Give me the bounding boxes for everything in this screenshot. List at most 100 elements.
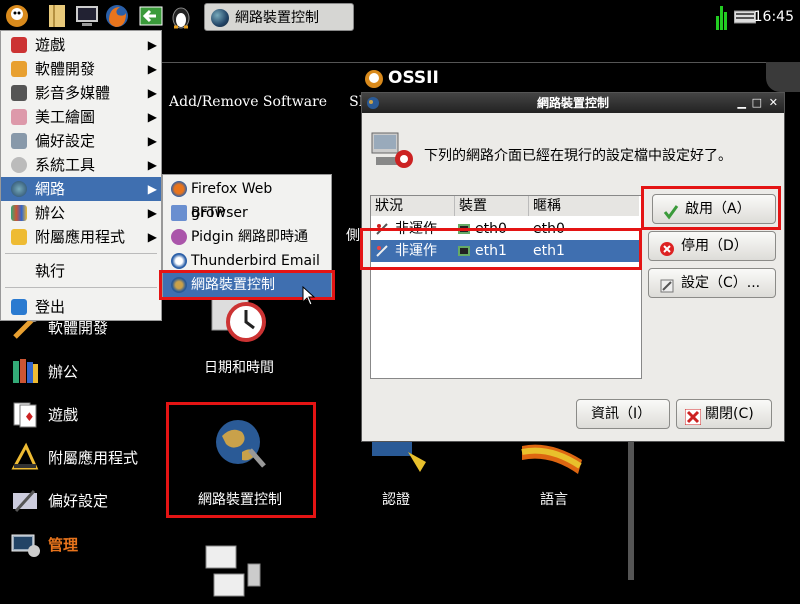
menu-item-graphics[interactable]: 美工繪圖 ▶ [1,105,161,129]
submenu-arrow-icon: ▶ [147,62,157,76]
side-item-accessories[interactable]: 附屬應用程式 [8,440,158,474]
pidgin-icon [171,229,187,245]
ftp-icon [171,205,187,221]
menu-item-games[interactable]: 遊戲 ▶ [1,33,161,57]
column-header-device[interactable]: 裝置 [455,196,529,216]
info-button[interactable]: 資訊（I） [576,399,670,429]
network-device-control-icon[interactable] [212,416,270,472]
brand-title: OSSII [388,68,439,88]
menu-item-system-tools[interactable]: 系統工具 ▶ [1,153,161,177]
games-icon: ♦ [10,399,40,429]
side-item-games[interactable]: ♦ 遊戲 [8,397,158,431]
maximize-icon[interactable]: □ [752,93,762,113]
menu-item-logout[interactable]: 登出 [1,295,161,319]
menu-item-preferences[interactable]: 偏好設定 ▶ [1,129,161,153]
submenu-arrow-icon: ▶ [147,38,157,52]
games-icon [11,37,27,53]
dialog-titlebar[interactable]: 網路裝置控制 ▁ □ ✕ [362,93,784,113]
table-row[interactable]: 非運作 eth0 eth0 [371,218,639,240]
menu-item-multimedia[interactable]: 影音多媒體 ▶ [1,81,161,105]
device-list[interactable]: 狀況 裝置 暱稱 非運作 eth0 eth0 非運作 eth1 eth1 [370,195,642,379]
preferences-icon [11,133,27,149]
mouse-cursor-icon [302,285,316,306]
office-icon [10,356,40,386]
authentication-icon[interactable] [372,442,428,474]
ethernet-card-icon [457,240,473,265]
submenu-arrow-icon: ▶ [147,230,157,244]
network-submenu: Firefox Web Browser gFTP Pidgin 網路即時通 Th… [162,174,332,298]
multimedia-icon [11,85,27,101]
admin-icon [10,529,40,559]
submenu-item-thunderbird[interactable]: Thunderbird Email [163,249,331,273]
submenu-arrow-icon: ▶ [147,110,157,124]
dialog-app-icon [366,96,380,110]
preferences-icon [10,485,40,515]
close-icon[interactable]: ✕ [769,93,778,113]
scrollbar[interactable] [628,440,634,580]
ossii-logo-icon [364,68,384,90]
accessories-icon [10,442,40,472]
menu-item-development[interactable]: 軟體開發 ▶ [1,57,161,81]
top-panel: 網路裝置控制 16:45 [0,0,800,34]
deactivate-button[interactable]: 停用（D） [648,231,776,261]
side-item-office[interactable]: 辦公 [8,354,158,388]
menu-item-run[interactable]: 執行 [1,259,161,283]
thunderbird-icon [171,253,187,269]
submenu-arrow-icon: ▶ [147,206,157,220]
network-device-icon [370,129,414,173]
ossii-menu-icon[interactable] [4,3,30,29]
column-header-status[interactable]: 狀況 [371,196,455,216]
table-row[interactable]: 非運作 eth1 eth1 [371,240,639,262]
submenu-arrow-icon: ▶ [147,134,157,148]
grid-label-date-time[interactable]: 日期和時間 [186,357,292,377]
menu-separator [5,287,157,288]
office-icon [11,205,27,221]
accessories-icon [11,229,27,245]
menu-item-office[interactable]: 辦公 ▶ [1,201,161,225]
checkmark-icon [663,202,679,220]
side-item-admin[interactable]: 管理 [8,527,158,561]
grid-label-network-device-control[interactable]: 網路裝置控制 [176,489,304,509]
svg-text:♦: ♦ [24,410,35,424]
grid-label-authentication[interactable]: 認證 [366,489,426,509]
logout-icon [11,299,27,315]
close-x-icon [684,407,702,426]
submenu-arrow-icon: ▶ [147,158,157,172]
column-header-nickname[interactable]: 暱稱 [529,196,639,216]
terminal-icon[interactable] [74,3,100,29]
submenu-item-pidgin[interactable]: Pidgin 網路即時通 [163,225,331,249]
taskbar-button-network-device-control[interactable]: 網路裝置控制 [204,3,354,31]
green-arrow-icon[interactable] [138,3,164,29]
file-manager-icon[interactable] [44,3,70,29]
development-icon [11,61,27,77]
network-server-icon[interactable] [204,544,264,600]
minimize-icon[interactable]: ▁ [738,93,746,113]
close-button[interactable]: 關閉(C) [676,399,772,429]
firefox-icon[interactable] [104,3,130,29]
clock[interactable]: 16:45 [754,0,794,34]
network-device-control-dialog: 網路裝置控制 ▁ □ ✕ 下列的網路介面已經在現行的設定檔中設定好了。 狀況 裝… [361,92,785,442]
network-device-icon [211,9,229,27]
start-menu: 遊戲 ▶ 軟體開發 ▶ 影音多媒體 ▶ 美工繪圖 ▶ 偏好設定 ▶ 系統工具 ▶… [0,30,162,321]
language-icon[interactable] [520,440,586,476]
menu-separator [5,253,157,254]
submenu-item-gftp[interactable]: gFTP [163,201,331,225]
configure-button[interactable]: 設定（C）... [648,268,776,298]
inactive-status-icon [375,240,391,265]
side-item-preferences[interactable]: 偏好設定 [8,483,158,517]
activate-button[interactable]: 啟用（A） [652,194,776,224]
configure-icon [659,276,675,293]
firefox-icon [171,181,187,197]
submenu-arrow-icon: ▶ [147,182,157,196]
menu-item-network[interactable]: 網路 ▶ [1,177,161,201]
menu-add-remove-software[interactable]: Add/Remove Software [169,94,327,110]
partial-label: 側 [346,228,360,244]
system-tools-icon [11,157,27,173]
dialog-message: 下列的網路介面已經在現行的設定檔中設定好了。 [424,148,732,164]
menu-item-accessories[interactable]: 附屬應用程式 ▶ [1,225,161,249]
grid-label-language[interactable]: 語言 [528,489,580,509]
submenu-arrow-icon: ▶ [147,86,157,100]
submenu-item-firefox[interactable]: Firefox Web Browser [163,177,331,221]
stop-icon [659,239,675,256]
penguin-icon[interactable] [168,3,194,29]
